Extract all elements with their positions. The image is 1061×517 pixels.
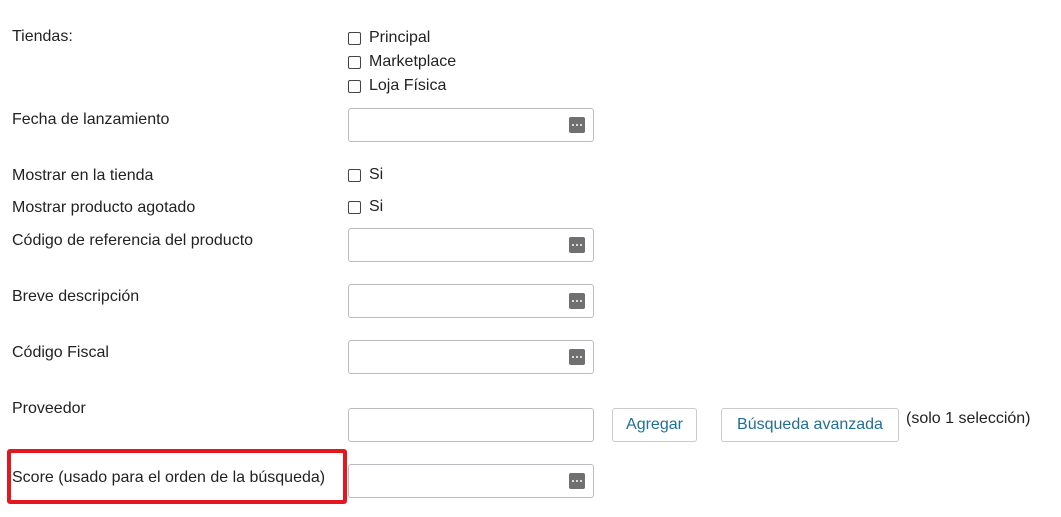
codigo-fiscal-label: Código Fiscal [12, 344, 109, 361]
fecha-lanzamiento-field[interactable] [348, 108, 594, 142]
mostrar-agotado-checkbox[interactable] [348, 200, 361, 214]
score-label: Score (usado para el orden de la búsqued… [12, 469, 326, 486]
more-dots-icon[interactable] [569, 293, 585, 309]
marketplace-checkbox[interactable] [348, 55, 361, 69]
mostrar-tienda-option[interactable]: Si [348, 165, 383, 185]
tienda-option-marketplace[interactable]: Marketplace [348, 52, 456, 72]
mostrar-agotado-option-label: Si [369, 198, 384, 215]
codigo-referencia-label: Código de referencia del producto [12, 232, 254, 249]
fecha-lanzamiento-label: Fecha de lanzamiento [12, 111, 170, 128]
mostrar-tienda-option-label: Si [369, 166, 384, 183]
breve-descripcion-field[interactable] [348, 284, 594, 318]
mostrar-agotado-label: Mostrar producto agotado [12, 199, 196, 216]
breve-descripcion-label: Breve descripción [12, 288, 140, 305]
more-dots-icon[interactable] [569, 349, 585, 365]
principal-checkbox[interactable] [348, 31, 361, 45]
agregar-button[interactable]: Agregar [612, 408, 697, 442]
marketplace-label: Marketplace [369, 53, 457, 70]
tienda-option-principal[interactable]: Principal [348, 28, 430, 48]
more-dots-icon[interactable] [569, 117, 585, 133]
codigo-fiscal-field[interactable] [348, 340, 594, 374]
score-field[interactable] [348, 464, 594, 498]
proveedor-field[interactable] [348, 408, 594, 442]
principal-label: Principal [369, 29, 431, 46]
codigo-referencia-field[interactable] [348, 228, 594, 262]
busqueda-avanzada-button[interactable]: Búsqueda avanzada [721, 408, 899, 442]
tiendas-label: Tiendas: [12, 28, 73, 45]
more-dots-icon[interactable] [569, 237, 585, 253]
mostrar-agotado-option[interactable]: Si [348, 197, 383, 217]
mostrar-tienda-checkbox[interactable] [348, 168, 361, 182]
seleccion-note: (solo 1 selección) [906, 410, 1031, 427]
proveedor-label: Proveedor [12, 400, 86, 417]
mostrar-tienda-label: Mostrar en la tienda [12, 167, 154, 184]
tienda-option-loja-fisica[interactable]: Loja Física [348, 76, 446, 96]
loja-fisica-checkbox[interactable] [348, 79, 361, 93]
more-dots-icon[interactable] [569, 473, 585, 489]
loja-fisica-label: Loja Física [369, 77, 447, 94]
